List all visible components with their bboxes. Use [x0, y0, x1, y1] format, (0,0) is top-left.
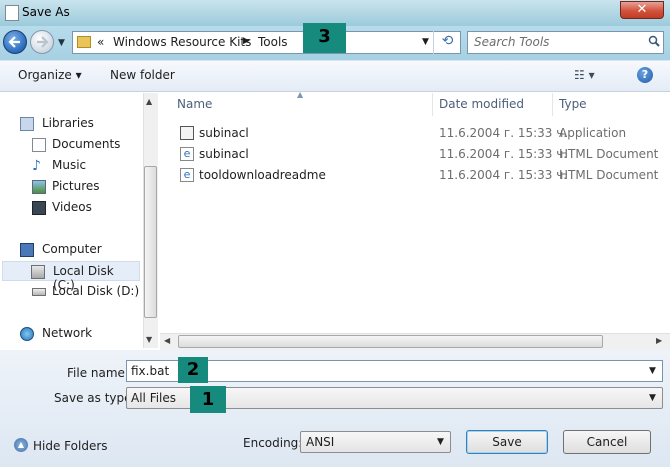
file-row[interactable]: e tooldownloadreadme 11.6.2004 г. 15:33 … [160, 165, 670, 185]
close-button[interactable]: ✕ [620, 1, 664, 19]
nav-item-computer[interactable]: Computer [0, 240, 143, 260]
window-title: Save As [22, 5, 70, 19]
column-header-name[interactable]: Name [177, 97, 212, 111]
callout-2: 2 [178, 357, 208, 383]
column-divider[interactable] [552, 93, 553, 116]
view-options-button[interactable]: ☷ ▾ [574, 68, 595, 82]
folder-icon [77, 36, 91, 48]
nav-item-videos[interactable]: Videos [0, 198, 143, 218]
address-dropdown-icon[interactable]: ▼ [422, 37, 429, 47]
scroll-down-icon[interactable]: ▼ [146, 335, 152, 344]
hide-folders-icon[interactable]: ▲ [14, 438, 28, 452]
file-row[interactable]: subinacl 11.6.2004 г. 15:33 ч. Applicati… [160, 123, 670, 143]
scroll-left-icon[interactable]: ◀ [164, 336, 170, 345]
save-as-type-label: Save as type: [54, 391, 136, 405]
scroll-up-icon[interactable]: ▲ [146, 97, 152, 106]
cancel-button[interactable]: Cancel [563, 430, 651, 454]
chevron-down-icon[interactable]: ▼ [649, 393, 656, 403]
back-button[interactable] [3, 30, 27, 54]
nav-item-local-disk-d[interactable]: Local Disk (D:) [0, 282, 143, 302]
nav-item-music[interactable]: ♪ Music [0, 156, 143, 176]
encoding-label: Encoding: [243, 436, 303, 450]
file-date: 11.6.2004 г. 15:33 ч. [439, 168, 568, 182]
libraries-icon [20, 117, 34, 131]
network-icon [20, 327, 34, 341]
forward-button[interactable] [30, 30, 54, 54]
documents-icon [32, 138, 46, 152]
nav-item-pictures[interactable]: Pictures [0, 177, 143, 197]
navigation-scroll-thumb[interactable] [144, 166, 157, 318]
file-type: HTML Document [559, 147, 659, 161]
chevron-down-icon[interactable]: ▼ [437, 437, 444, 447]
column-divider[interactable] [432, 93, 433, 116]
breadcrumb-separator-icon[interactable]: ▶ [243, 36, 250, 46]
computer-icon [20, 243, 34, 257]
refresh-icon: ⟲ [441, 33, 454, 49]
new-folder-button[interactable]: New folder [110, 68, 175, 82]
help-icon[interactable]: ? [637, 67, 653, 83]
music-icon: ♪ [32, 158, 41, 174]
column-header-date-modified[interactable]: Date modified [439, 97, 524, 111]
refresh-button[interactable]: ⟲ [433, 31, 461, 54]
breadcrumb-tools[interactable]: Tools [258, 35, 288, 49]
notepad-icon [5, 5, 19, 21]
organize-menu[interactable]: Organize ▾ [18, 68, 82, 82]
command-toolbar [0, 60, 670, 92]
html-document-icon: e [180, 168, 194, 182]
callout-3: 3 [303, 23, 346, 53]
encoding-select[interactable]: ANSI ▼ [300, 431, 451, 453]
search-icon[interactable] [648, 35, 660, 47]
file-type: Application [559, 126, 627, 140]
file-name: tooldownloadreadme [199, 168, 326, 182]
file-name: subinacl [199, 147, 249, 161]
sort-arrow-icon: ▲ [297, 90, 304, 99]
file-name-value: fix.bat [131, 364, 170, 378]
back-arrow-icon [8, 36, 20, 48]
encoding-value: ANSI [306, 435, 335, 449]
file-name-label: File name: [67, 366, 129, 380]
file-date: 11.6.2004 г. 15:33 ч. [439, 147, 568, 161]
breadcrumb-overflow[interactable]: « [97, 35, 104, 49]
search-input[interactable]: Search Tools [467, 31, 664, 54]
horizontal-scroll-thumb[interactable] [178, 335, 603, 348]
forward-arrow-icon [37, 36, 49, 48]
application-icon [180, 126, 194, 140]
drive-icon [32, 288, 46, 296]
column-header-type[interactable]: Type [559, 97, 587, 111]
breadcrumb-windows-resource-kits[interactable]: Windows Resource Kits [113, 35, 251, 49]
hide-folders-button[interactable]: Hide Folders [33, 439, 108, 453]
html-document-icon: e [180, 147, 194, 161]
save-as-type-value: All Files [131, 391, 177, 405]
search-placeholder: Search Tools [474, 35, 550, 49]
scroll-right-icon[interactable]: ▶ [656, 336, 662, 345]
nav-item-libraries[interactable]: Libraries [0, 114, 143, 134]
nav-item-local-disk-c[interactable]: Local Disk (C:) [2, 261, 140, 292]
callout-1: 1 [190, 386, 226, 413]
nav-item-network[interactable]: Network [0, 324, 143, 344]
file-date: 11.6.2004 г. 15:33 ч. [439, 126, 568, 140]
chevron-down-icon[interactable]: ▼ [649, 366, 656, 376]
file-type: HTML Document [559, 168, 659, 182]
drive-icon [31, 265, 45, 279]
pictures-icon [32, 180, 46, 194]
videos-icon [32, 201, 46, 215]
file-row[interactable]: e subinacl 11.6.2004 г. 15:33 ч. HTML Do… [160, 144, 670, 164]
save-button[interactable]: Save [466, 430, 548, 454]
nav-item-documents[interactable]: Documents [0, 135, 143, 155]
navigation-pane: Libraries Documents ♪ Music Pictures Vid… [0, 93, 143, 348]
file-name: subinacl [199, 126, 249, 140]
history-dropdown-icon[interactable]: ▼ [58, 38, 65, 48]
address-breadcrumb[interactable]: « Windows Resource Kits ▶ Tools ▼ [72, 31, 461, 54]
